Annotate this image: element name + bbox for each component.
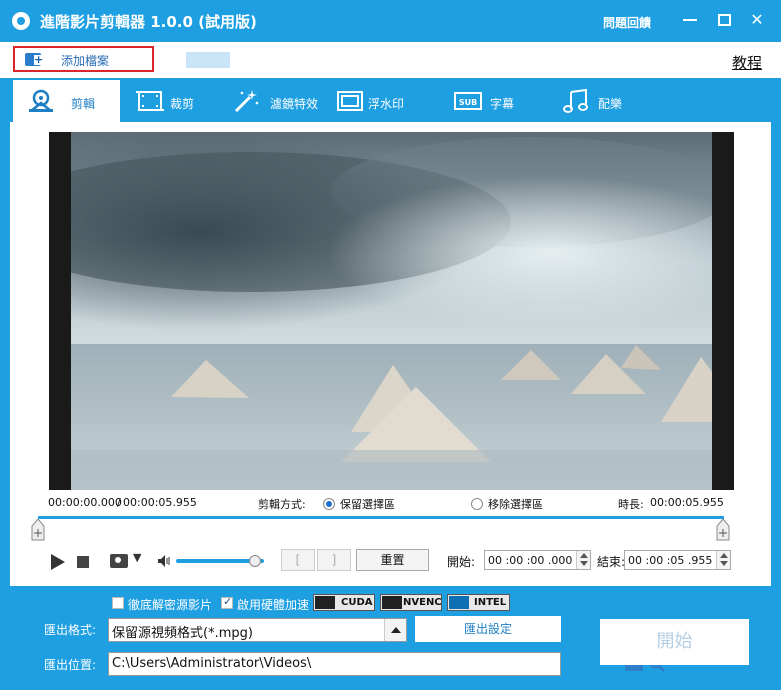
- start-export-button[interactable]: 開始: [600, 619, 749, 665]
- tab-trim-label: 剪輯: [71, 97, 96, 111]
- magic-wand-icon: [234, 90, 259, 113]
- close-icon: ✕: [750, 10, 764, 29]
- close-button[interactable]: ✕: [745, 8, 769, 32]
- remove-selection-label: 移除選擇區: [488, 498, 543, 511]
- nvidia-logo-icon: [315, 596, 335, 609]
- export-path-label: 匯出位置:: [44, 658, 97, 672]
- add-file-button[interactable]: 添加檔案: [13, 46, 154, 72]
- tab-trim[interactable]: 剪輯: [13, 80, 120, 122]
- file-bar: 添加檔案 E:\ yreneelab2.mpg 教程: [0, 42, 781, 78]
- end-time-spinner[interactable]: [716, 551, 730, 569]
- subtitle-icon: SUB: [454, 92, 482, 110]
- start-time-value: 00 :00 :00 .000: [488, 554, 573, 567]
- intel-logo-icon: [449, 596, 469, 609]
- gpu-intel-badge: INTEL: [447, 594, 510, 611]
- music-note-icon: [563, 89, 588, 113]
- crop-icon: [136, 91, 164, 111]
- export-path-input[interactable]: C:\Users\Administrator\Videos\: [108, 652, 665, 676]
- app-title: 進階影片剪輯器 1.0.0 (試用版): [40, 13, 257, 31]
- hw-accel-checkbox[interactable]: [221, 595, 233, 609]
- start-marker-handle[interactable]: [31, 519, 45, 541]
- tab-watermark[interactable]: 浮水印: [322, 80, 420, 122]
- svg-text:SUB: SUB: [459, 98, 477, 107]
- tab-music-label: 配樂: [598, 97, 623, 111]
- hw-accel-label: 啟用硬體加速: [237, 598, 310, 612]
- tutorial-link[interactable]: 教程: [732, 52, 762, 73]
- tab-filters[interactable]: 濾鏡特效: [218, 80, 322, 122]
- nvidia-logo-icon: [382, 596, 402, 609]
- gpu-cuda-badge: CUDA: [313, 594, 375, 611]
- mark-out-button[interactable]: ]: [317, 549, 351, 571]
- watermark-icon: [337, 91, 363, 111]
- end-time-input[interactable]: 00 :00 :05 .955: [624, 550, 731, 570]
- tab-crop-label: 裁剪: [170, 97, 195, 111]
- export-format-value: 保留源視頻格式(*.mpg): [112, 626, 253, 641]
- keep-selection-radio[interactable]: [323, 498, 335, 510]
- tab-bar: 剪輯 裁剪 濾鏡特效 浮水印 SUB 字幕 配樂: [0, 78, 781, 122]
- maximize-button[interactable]: [712, 8, 736, 32]
- playback-controls: ▼ [ ] 重置 開始: 00 :00 :00 .000 結束: 00 :00 …: [10, 548, 771, 578]
- gpu-intel-label: INTEL: [474, 597, 507, 608]
- minimize-button[interactable]: [678, 8, 702, 32]
- title-bar: 進階影片剪輯器 1.0.0 (試用版) 問題回饋 ✕: [0, 0, 781, 42]
- export-panel: 徹底解密源影片 啟用硬體加速 CUDA NVENC INTEL 匯出格式: 保留…: [0, 586, 781, 690]
- timeline-track[interactable]: [38, 516, 724, 519]
- keep-selection-label: 保留選擇區: [340, 498, 395, 511]
- video-preview[interactable]: [49, 132, 734, 490]
- end-time-label: 結束:: [597, 555, 626, 569]
- app-window: 進階影片剪輯器 1.0.0 (試用版) 問題回饋 ✕ 添加檔案 E:\ yren…: [0, 0, 781, 690]
- full-decrypt-checkbox[interactable]: [112, 597, 124, 609]
- tab-watermark-label: 浮水印: [368, 97, 405, 111]
- gpu-nvenc-badge: NVENC: [380, 594, 442, 611]
- editor-panel: 00:00:00.000 / 00:00:05.955 剪輯方式: 保留選擇區 …: [10, 122, 771, 586]
- time-separator: /: [117, 496, 121, 509]
- start-time-input[interactable]: 00 :00 :00 .000: [484, 550, 591, 570]
- current-time: 00:00:00.000: [48, 496, 122, 509]
- remove-selection-radio[interactable]: [471, 498, 483, 510]
- stop-button[interactable]: [77, 556, 89, 568]
- start-time-spinner[interactable]: [576, 551, 590, 569]
- volume-slider-knob[interactable]: [249, 555, 262, 567]
- snapshot-camera-icon[interactable]: [110, 554, 128, 568]
- file-path-suffix: yreneelab2.mpg: [230, 55, 321, 68]
- tab-filters-label: 濾鏡特效: [270, 97, 319, 111]
- duration-label: 時長:: [618, 498, 644, 511]
- file-path-redaction: [186, 52, 230, 68]
- add-folder-icon: [25, 53, 43, 66]
- full-decrypt-label: 徹底解密源影片: [128, 598, 213, 612]
- maximize-icon: [717, 14, 731, 26]
- export-format-select[interactable]: 保留源視頻格式(*.mpg): [108, 618, 407, 642]
- feedback-link[interactable]: 問題回饋: [603, 14, 651, 31]
- play-button[interactable]: [51, 554, 65, 570]
- app-logo-icon: [12, 12, 30, 30]
- video-frame: [71, 132, 712, 490]
- tab-subtitle-label: 字幕: [490, 97, 515, 111]
- snapshot-menu-arrow[interactable]: ▼: [133, 551, 141, 564]
- export-settings-button[interactable]: 匯出設定: [415, 616, 561, 642]
- total-time: 00:00:05.955: [123, 496, 197, 509]
- tab-subtitle[interactable]: SUB 字幕: [440, 80, 540, 122]
- export-format-label: 匯出格式:: [44, 623, 97, 637]
- reset-button[interactable]: 重置: [356, 549, 429, 571]
- duration-value: 00:00:05.955: [650, 496, 724, 509]
- tab-music[interactable]: 配樂: [548, 80, 638, 122]
- cut-mode-label: 剪輯方式:: [258, 498, 306, 511]
- minimize-icon: [683, 19, 697, 21]
- gpu-cuda-label: CUDA: [341, 597, 373, 608]
- scissors-reel-icon: [29, 89, 53, 112]
- end-time-value: 00 :00 :05 .955: [628, 554, 713, 567]
- tab-crop[interactable]: 裁剪: [122, 80, 217, 122]
- add-file-label: 添加檔案: [61, 54, 110, 68]
- chevron-up-icon[interactable]: [384, 619, 406, 641]
- export-path-value: C:\Users\Administrator\Videos\: [112, 656, 312, 671]
- start-time-label: 開始:: [447, 555, 476, 569]
- gpu-nvenc-label: NVENC: [403, 597, 442, 608]
- volume-icon[interactable]: [157, 554, 171, 568]
- end-marker-handle[interactable]: [716, 519, 730, 541]
- mark-in-button[interactable]: [: [281, 549, 315, 571]
